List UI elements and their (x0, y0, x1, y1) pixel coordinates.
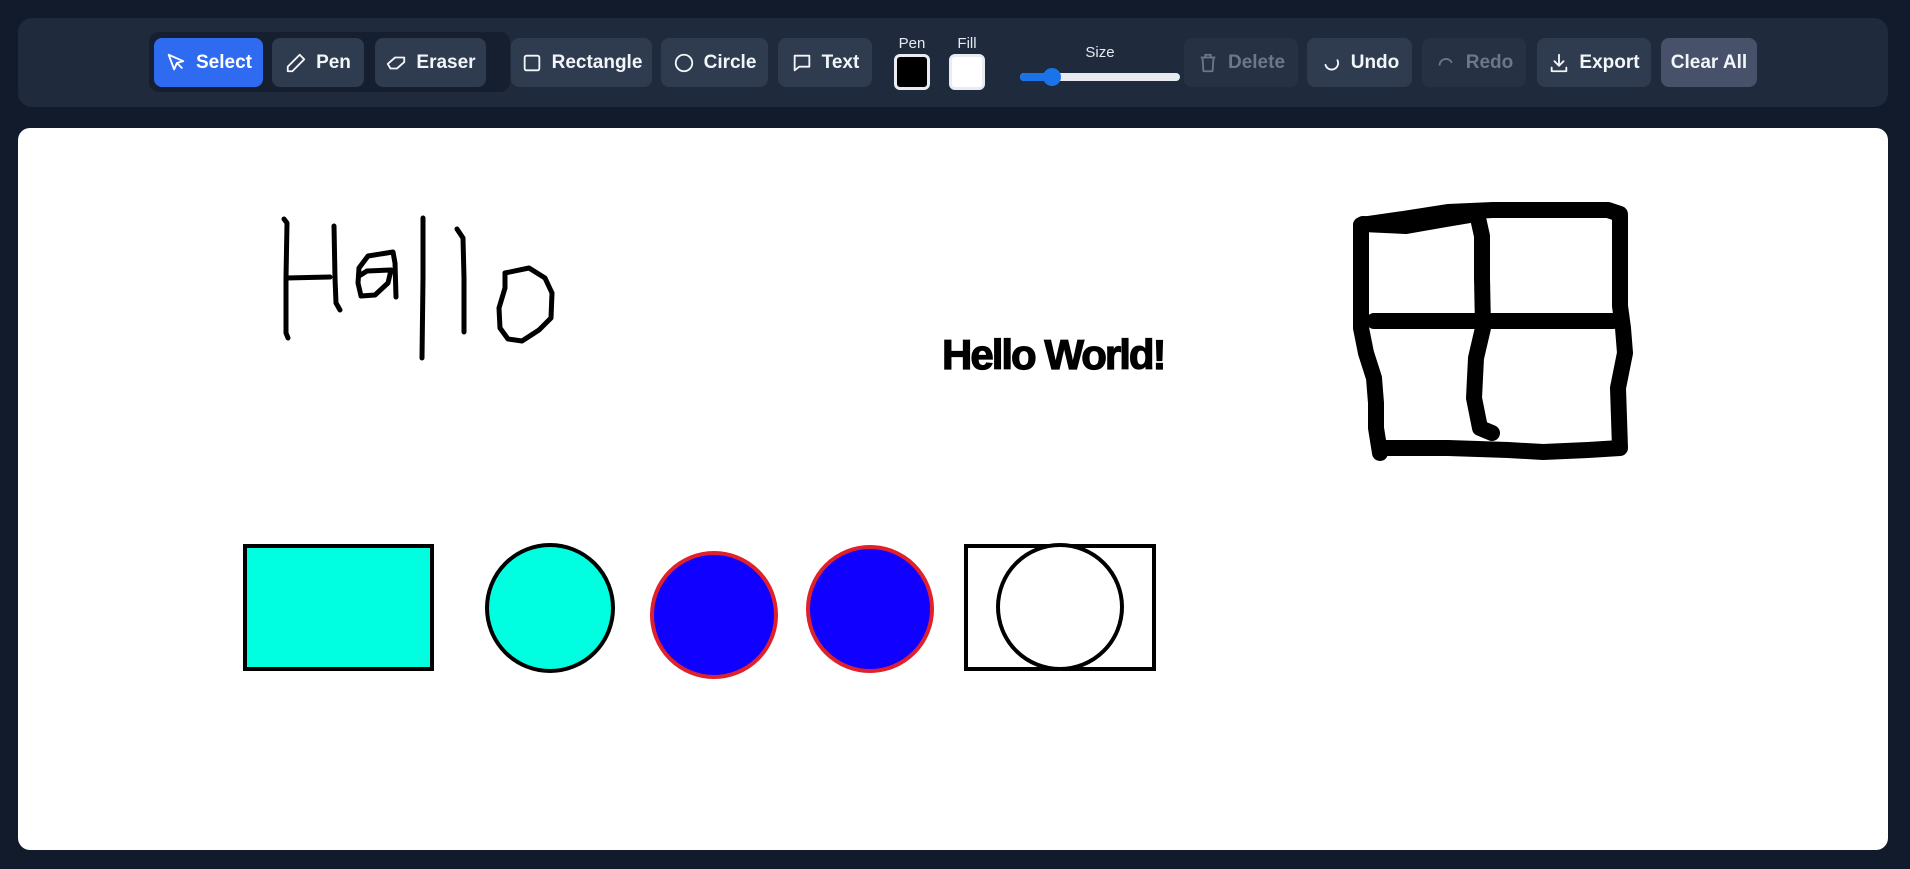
canvas-text-item[interactable]: Hello World! (941, 330, 1167, 379)
pen-label: Pen (316, 51, 351, 73)
shape-circle-blue-2[interactable] (806, 545, 934, 673)
pen-tool-button[interactable]: Pen (272, 38, 364, 87)
pencil-icon (286, 53, 306, 72)
drawing-canvas[interactable]: Hello World! (18, 128, 1888, 850)
size-slider-thumb[interactable] (1043, 68, 1061, 86)
toolbar: Select Pen Eraser Rectangle Circle Text (18, 18, 1888, 107)
freehand-hello[interactable] (281, 215, 555, 361)
export-label: Export (1579, 51, 1640, 73)
eraser-tool-button[interactable]: Eraser (375, 38, 486, 87)
drawing-app: Select Pen Eraser Rectangle Circle Text (0, 0, 1910, 869)
pen-color-label: Pen (898, 35, 926, 52)
undo-label: Undo (1350, 51, 1400, 73)
delete-label: Delete (1227, 51, 1286, 73)
trash-icon (1200, 53, 1216, 72)
square-icon (523, 54, 540, 71)
clear-all-label: Clear All (1670, 51, 1748, 73)
pen-color-swatch[interactable] (894, 54, 930, 90)
shape-rectangle-cyan[interactable] (243, 544, 434, 671)
shape-circle-cyan[interactable] (485, 543, 615, 673)
redo-button[interactable]: Redo (1422, 38, 1526, 87)
clear-all-button[interactable]: Clear All (1661, 38, 1757, 87)
size-label: Size (1085, 44, 1115, 61)
fill-color-swatch[interactable] (949, 54, 985, 90)
text-tool-button[interactable]: Text (778, 38, 872, 87)
speech-bubble-icon (793, 54, 810, 71)
shape-circle-white[interactable] (996, 543, 1124, 671)
circle-icon (674, 53, 693, 72)
fill-color-picker: Fill (946, 34, 988, 90)
undo-button[interactable]: Undo (1307, 38, 1412, 87)
eraser-label: Eraser (416, 51, 476, 73)
size-control: Size (1020, 44, 1180, 86)
canvas-drawing-layer (243, 202, 1633, 679)
delete-button[interactable]: Delete (1184, 38, 1298, 87)
download-icon (1551, 53, 1568, 72)
rectangle-label: Rectangle (551, 51, 643, 73)
export-button[interactable]: Export (1537, 38, 1651, 87)
rectangle-tool-button[interactable]: Rectangle (511, 38, 652, 87)
circle-tool-button[interactable]: Circle (661, 38, 768, 87)
circle-label: Circle (703, 51, 757, 73)
select-tool-button[interactable]: Select (154, 38, 263, 87)
text-label: Text (821, 51, 860, 73)
freehand-grid-square[interactable] (1353, 202, 1633, 461)
pen-color-picker: Pen (891, 34, 933, 90)
fill-color-label: Fill (957, 35, 977, 52)
cursor-icon (167, 53, 185, 70)
redo-icon (1438, 57, 1453, 66)
eraser-icon (387, 56, 406, 69)
redo-label: Redo (1465, 51, 1514, 73)
undo-icon (1324, 58, 1339, 70)
select-label: Select (196, 51, 252, 73)
shape-circle-blue-1[interactable] (650, 551, 778, 679)
